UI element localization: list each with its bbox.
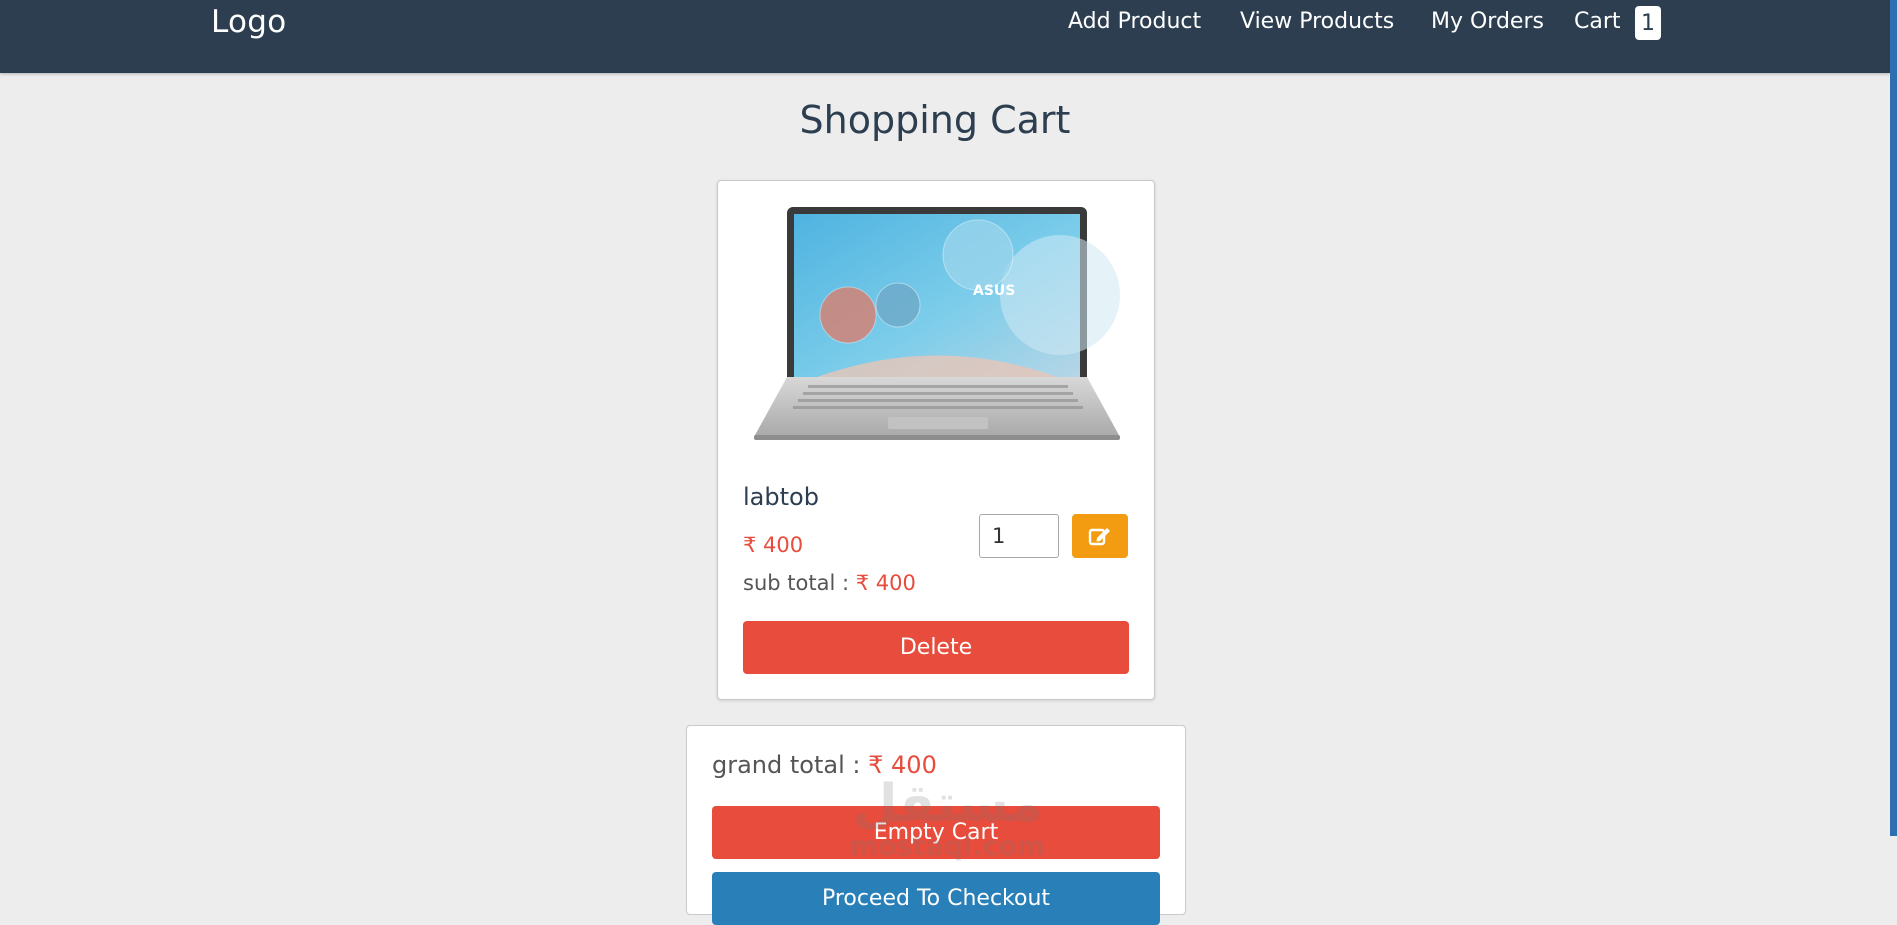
page-title: Shopping Cart bbox=[799, 98, 1071, 142]
nav-add-product[interactable]: Add Product bbox=[1068, 9, 1201, 34]
quantity-input[interactable] bbox=[979, 514, 1059, 558]
grand-total-label: grand total : bbox=[712, 751, 861, 779]
top-navbar: Logo Add Product View Products My Orders… bbox=[0, 0, 1890, 73]
grand-total-value: ₹ 400 bbox=[868, 751, 937, 779]
cart-count-badge[interactable]: 1 bbox=[1635, 6, 1661, 40]
edit-icon bbox=[1088, 528, 1110, 546]
laptop-image: ASUS bbox=[754, 207, 1120, 440]
nav-my-orders[interactable]: My Orders bbox=[1431, 9, 1544, 34]
cart-totals-card: grand total : ₹ 400 Empty Cart Proceed T… bbox=[686, 725, 1186, 925]
nav-view-products[interactable]: View Products bbox=[1240, 9, 1394, 34]
grand-total: grand total : ₹ 400 bbox=[712, 751, 937, 779]
laptop-brand-text: ASUS bbox=[973, 283, 1015, 299]
delete-button[interactable]: Delete bbox=[743, 621, 1129, 674]
product-name: labtob bbox=[743, 483, 819, 511]
empty-cart-button[interactable]: Empty Cart bbox=[712, 806, 1160, 859]
subtotal-value: ₹ 400 bbox=[855, 571, 916, 595]
update-quantity-button[interactable] bbox=[1072, 514, 1128, 558]
subtotal-label: sub total : bbox=[743, 571, 850, 595]
cart-item-card: ASUS labtob ₹ 400 sub total : ₹ 400 Dele… bbox=[717, 180, 1155, 700]
nav-cart[interactable]: Cart bbox=[1574, 9, 1621, 34]
subtotal: sub total : ₹ 400 bbox=[743, 571, 916, 595]
checkout-button[interactable]: Proceed To Checkout bbox=[712, 872, 1160, 925]
logo[interactable]: Logo bbox=[211, 4, 287, 40]
product-price: ₹ 400 bbox=[743, 533, 804, 557]
scrollbar[interactable] bbox=[1890, 0, 1897, 836]
